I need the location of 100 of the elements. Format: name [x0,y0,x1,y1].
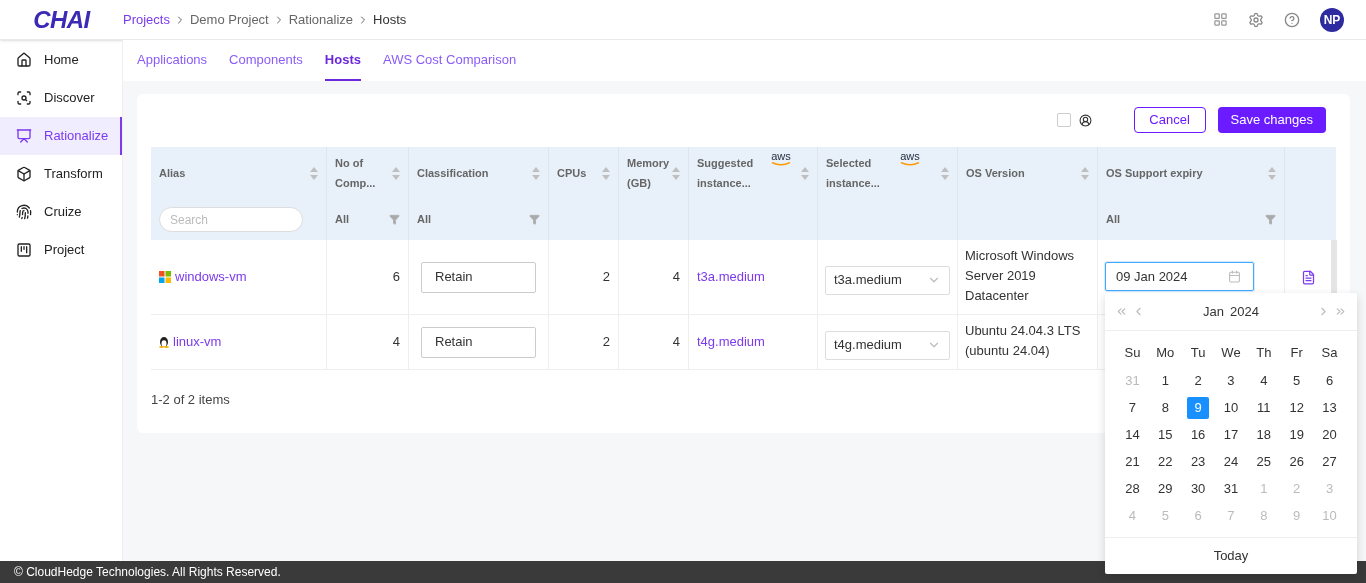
sort-icon[interactable] [310,166,318,180]
table-cell-text: 6 [392,268,400,287]
calendar-day[interactable]: 16 [1187,423,1210,446]
calendar-day[interactable]: 5 [1285,369,1308,392]
calendar-day[interactable]: 24 [1220,450,1242,473]
calendar-day[interactable]: 3 [1220,369,1242,392]
calendar-day[interactable]: 11 [1252,396,1275,419]
apps-grid-icon[interactable] [1213,12,1228,27]
pagination-text: 1-2 of 2 items [151,391,230,409]
aws-logo: aws [900,151,920,166]
calendar-day[interactable]: 31 [1220,477,1242,500]
sort-icon[interactable] [1268,166,1276,180]
column-heading: No of Comp... [335,157,376,189]
save-button[interactable]: Save changes [1217,107,1326,133]
sort-icon[interactable] [602,166,610,180]
calendar-day[interactable]: 20 [1318,423,1341,446]
calendar-icon [1228,270,1241,283]
tab[interactable]: Applications [137,40,208,81]
month-label[interactable]: Jan [1203,301,1224,322]
user-icon [1078,113,1092,127]
tab[interactable]: Components [229,40,303,81]
settings-icon[interactable] [1248,11,1264,28]
sidebar-item[interactable]: Discover [0,79,122,117]
help-icon[interactable] [1284,11,1300,28]
user-avatar[interactable]: NP [1320,7,1344,32]
instance-link[interactable]: t3a.medium [697,267,765,287]
filter-icon[interactable] [529,214,540,225]
table-cell-text: 4 [392,333,400,352]
calendar-day[interactable]: 4 [1252,369,1275,392]
breadcrumb: Hosts [373,10,407,29]
calendar-day[interactable]: 29 [1154,477,1177,500]
table-cell-text: 4 [672,333,680,352]
tab[interactable]: AWS Cost Comparison [382,40,517,81]
sort-icon[interactable] [1081,166,1089,180]
previous-year-icon[interactable] [1115,305,1128,318]
calendar-day[interactable]: 27 [1318,450,1341,473]
document-icon[interactable] [1301,269,1316,285]
column-heading: OS Support expiry [1106,167,1203,179]
instance-select[interactable]: t3a.medium [825,265,950,295]
column-heading: Suggested instance... [697,157,754,189]
fingerprint-icon [16,204,32,220]
filter-value: All [1106,212,1122,228]
sort-icon[interactable] [941,166,949,180]
breadcrumb: Rationalize [288,10,354,29]
calendar-day[interactable]: 19 [1285,423,1308,446]
calendar-day[interactable]: 12 [1285,396,1308,419]
sort-icon[interactable] [532,166,540,180]
sidebar-item[interactable]: Rationalize [0,117,122,155]
host-link[interactable]: windows-vm [175,267,247,287]
sidebar-item[interactable]: Project [0,231,122,269]
next-year-icon[interactable] [1334,305,1347,318]
calendar-day[interactable]: 17 [1220,423,1242,446]
sidebar-item[interactable]: Home [0,41,122,79]
sort-icon[interactable] [801,166,809,180]
filter-icon[interactable] [1265,214,1276,225]
weekday-label: We [1221,344,1241,363]
calendar-day[interactable]: 23 [1187,450,1210,473]
calendar-day[interactable]: 1 [1154,369,1177,392]
host-link[interactable]: linux-vm [173,332,222,352]
instance-link[interactable]: t4g.medium [697,332,765,352]
calendar-day[interactable]: 7 [1121,396,1144,419]
sidebar-item[interactable]: Transform [0,155,122,193]
today-link[interactable]: Today [1213,546,1249,566]
weekday-label: Sa [1321,344,1338,363]
calendar-day[interactable]: 25 [1252,450,1275,473]
sidebar-item[interactable]: Cruize [0,193,122,231]
tab[interactable]: Hosts [324,40,361,81]
calendar-day[interactable]: 22 [1154,450,1177,473]
calendar-day[interactable]: 14 [1121,423,1144,446]
calendar-day[interactable]: 2 [1187,369,1210,392]
sort-icon[interactable] [672,166,680,180]
weekday-label: Fr [1290,344,1303,363]
cancel-button[interactable]: Cancel [1133,107,1206,133]
calendar-day[interactable]: 26 [1285,450,1308,473]
search-field[interactable]: Search [159,207,303,232]
calendar-day[interactable]: 8 [1154,396,1177,419]
calendar-day[interactable]: 28 [1121,477,1144,500]
date-field[interactable]: 09 Jan 2024 [1105,262,1254,291]
aws-logo: aws [771,151,791,166]
table-cell-text: Microsoft Windows Server 2019 Datacenter [965,247,1076,305]
sort-icon[interactable] [392,166,400,180]
filter-icon[interactable] [389,214,400,225]
calendar-day[interactable]: 6 [1318,369,1341,392]
weekday-label: Tu [1190,344,1206,363]
home-icon [16,52,32,68]
column-heading: Selected instance... [826,157,880,189]
checkbox[interactable] [1056,113,1071,127]
classification-field[interactable]: Retain [421,261,536,293]
calendar-day[interactable]: 18 [1252,423,1275,446]
year-label[interactable]: 2024 [1230,301,1259,322]
calendar-day[interactable]: 30 [1187,477,1210,500]
column-heading: Memory (GB) [627,157,670,189]
breadcrumb[interactable]: Projects [123,9,170,30]
app-logo[interactable]: CHAI [33,1,90,38]
calendar-day[interactable]: 10 [1220,396,1242,419]
calendar-day[interactable]: 15 [1154,423,1177,446]
classification-field[interactable]: Retain [421,326,536,358]
calendar-day[interactable]: 21 [1121,450,1144,473]
instance-select[interactable]: t4g.medium [825,330,950,360]
calendar-day[interactable]: 13 [1318,396,1341,419]
